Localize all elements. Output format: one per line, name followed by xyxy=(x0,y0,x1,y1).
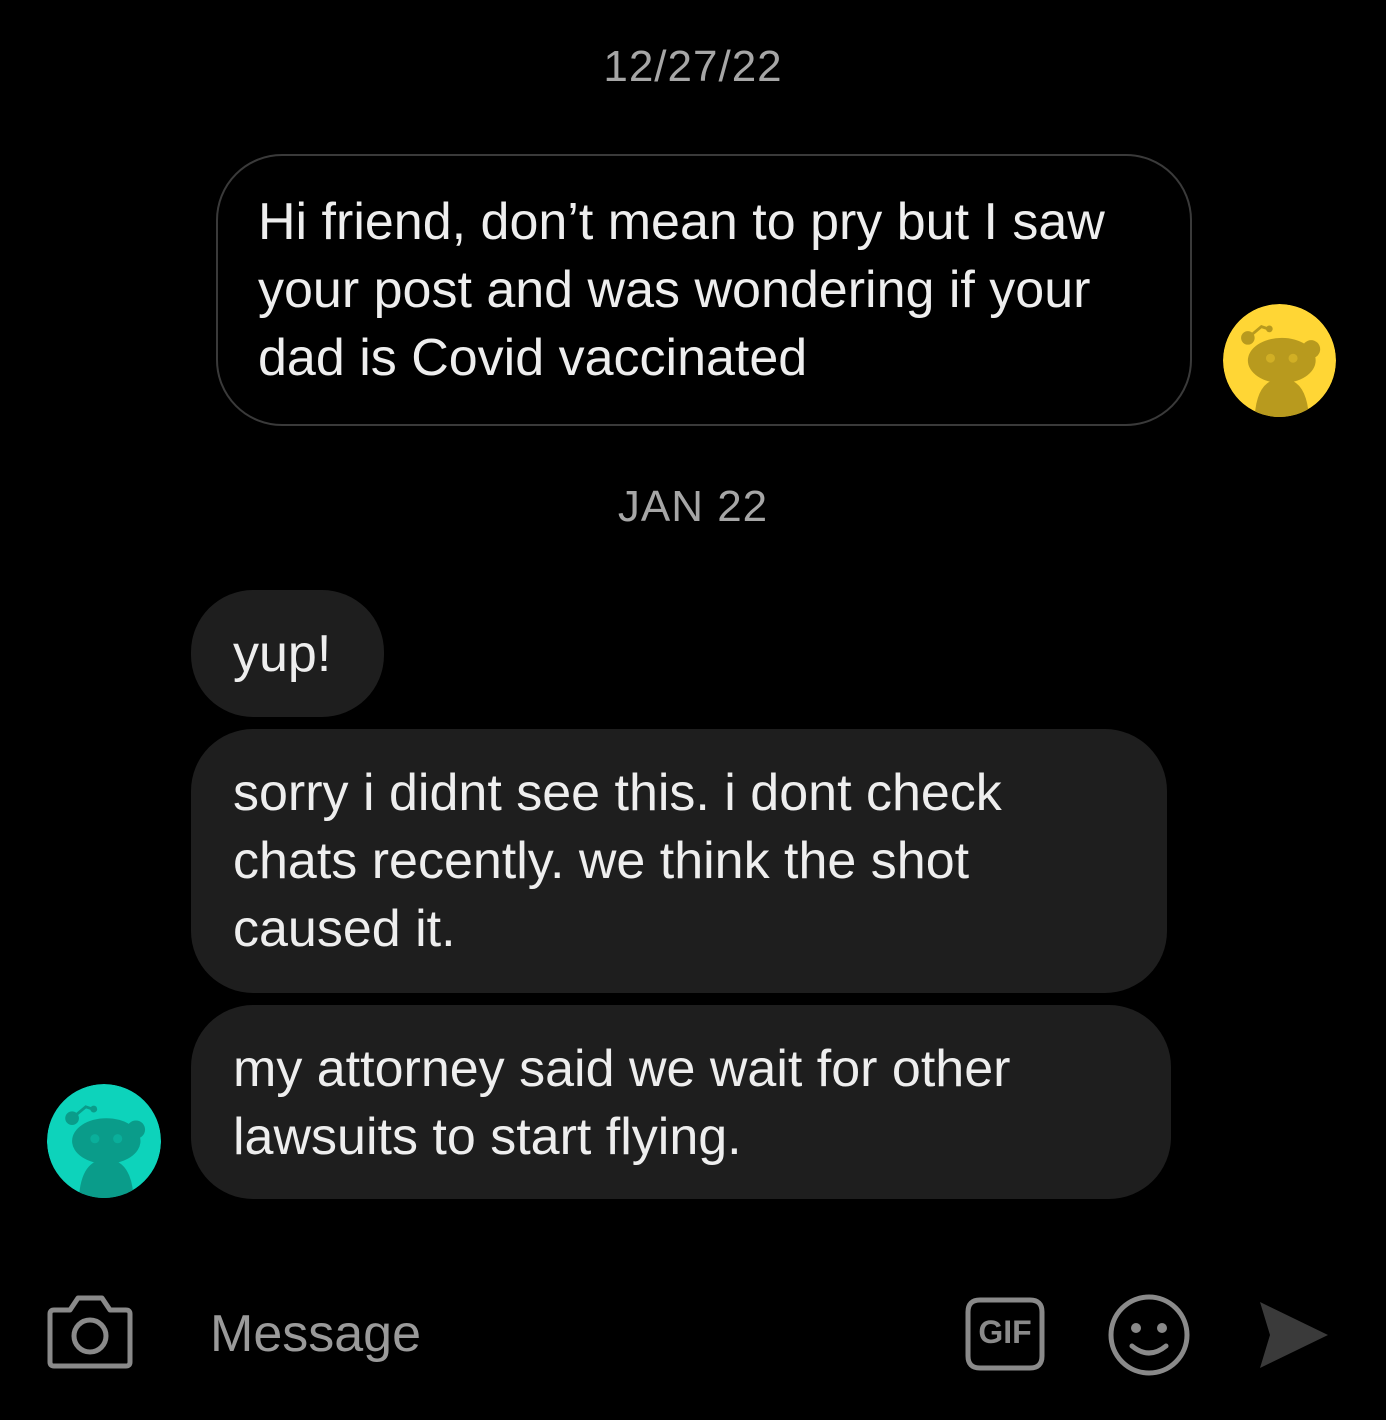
snoo-avatar-icon xyxy=(47,1084,161,1198)
other-user-avatar[interactable] xyxy=(47,1084,161,1198)
message-bubble-incoming[interactable]: sorry i didnt see this. i dont check cha… xyxy=(191,729,1167,993)
emoji-icon[interactable] xyxy=(1106,1292,1192,1378)
send-icon[interactable] xyxy=(1256,1298,1330,1372)
message-composer: GIF xyxy=(0,1280,1386,1390)
message-bubble-incoming[interactable]: yup! xyxy=(191,590,384,717)
message-bubble-outgoing[interactable]: Hi friend, don’t mean to pry but I saw y… xyxy=(216,154,1192,426)
my-avatar[interactable] xyxy=(1223,304,1336,417)
date-separator: 12/27/22 xyxy=(603,42,783,91)
gif-label: GIF xyxy=(978,1314,1032,1350)
message-bubble-incoming[interactable]: my attorney said we wait for other lawsu… xyxy=(191,1005,1171,1199)
date-separator: JAN 22 xyxy=(617,482,769,531)
snoo-avatar-icon xyxy=(1223,304,1336,417)
camera-icon[interactable] xyxy=(46,1294,134,1370)
message-input[interactable] xyxy=(210,1298,930,1370)
